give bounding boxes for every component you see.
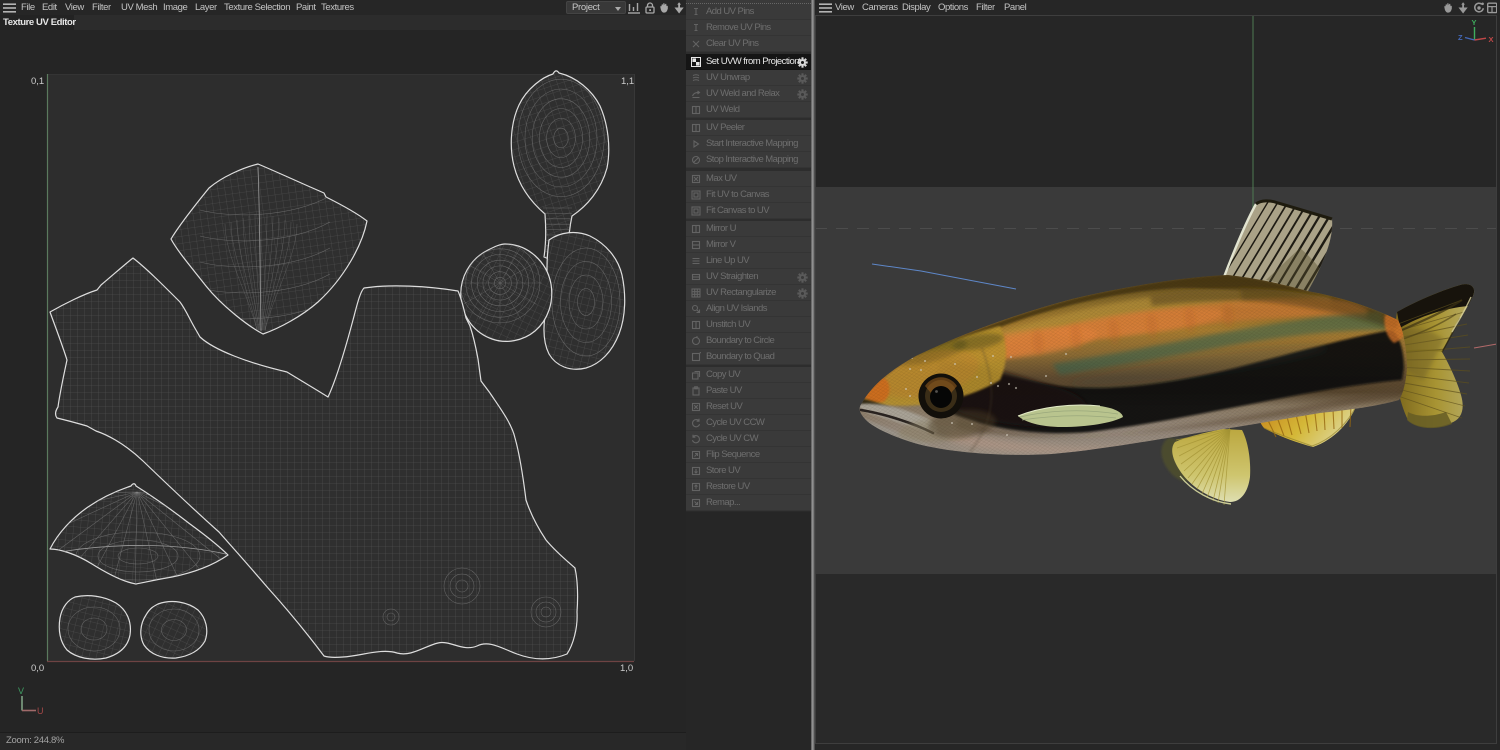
svg-text:U: U	[37, 706, 44, 716]
svg-text:X: X	[1489, 35, 1494, 44]
svg-text:V: V	[18, 686, 24, 696]
svg-text:Z: Z	[1458, 33, 1463, 42]
svg-text:Y: Y	[1472, 18, 1477, 27]
